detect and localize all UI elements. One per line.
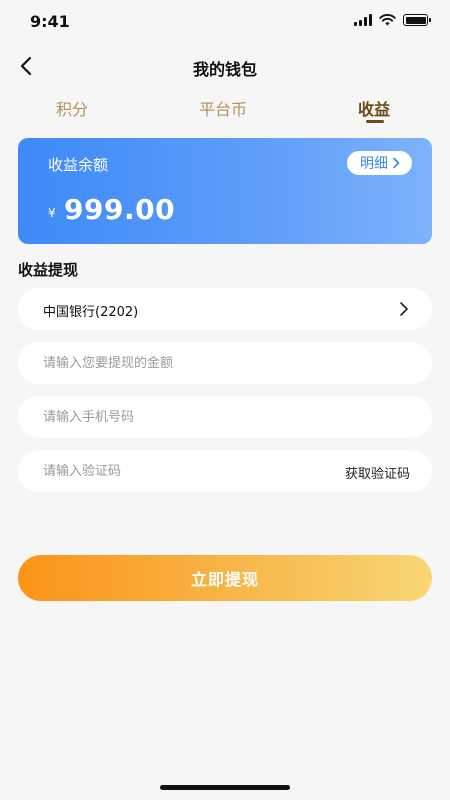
- page-title: 我的钱包: [192, 60, 257, 79]
- withdraw-amount-input[interactable]: [43, 342, 343, 384]
- signal-icon: [354, 14, 372, 26]
- withdraw-submit-button[interactable]: 立即提现: [18, 555, 432, 601]
- bank-account-selector[interactable]: 中国银行(2202): [18, 288, 432, 330]
- balance-amount: 999.00: [64, 193, 176, 226]
- balance-label: 收益余额: [48, 156, 109, 174]
- detail-button[interactable]: 明细: [347, 151, 412, 175]
- tab-active-indicator: [366, 120, 384, 123]
- verification-code-input[interactable]: [43, 450, 303, 492]
- nav-bar: 我的钱包: [0, 44, 450, 88]
- battery-icon: [403, 14, 431, 26]
- tab-platform-coins[interactable]: 平台币: [199, 96, 247, 120]
- bank-account-name: 中国银行(2202): [43, 305, 139, 320]
- balance-card: 收益余额 明细 ¥ 999.00: [18, 138, 432, 244]
- status-bar: 9:41: [0, 0, 450, 44]
- tab-points[interactable]: 积分: [56, 96, 88, 120]
- phone-row: [18, 396, 432, 438]
- wallet-tabs: 积分 平台币 收益: [0, 92, 450, 128]
- detail-label: 明细: [360, 156, 388, 172]
- phone-input[interactable]: [43, 396, 343, 438]
- home-indicator: [160, 785, 290, 790]
- tab-earnings[interactable]: 收益: [358, 96, 390, 120]
- withdraw-amount-row: [18, 342, 432, 384]
- status-time: 9:41: [30, 12, 70, 31]
- currency-symbol: ¥: [48, 206, 56, 220]
- withdraw-section-title: 收益提现: [18, 261, 79, 279]
- status-icons: [354, 14, 431, 26]
- chevron-right-icon: [393, 157, 400, 169]
- get-code-button[interactable]: 获取验证码: [345, 463, 410, 482]
- wifi-icon: [379, 14, 396, 26]
- verification-code-row: 获取验证码: [18, 450, 432, 492]
- chevron-right-icon: [400, 302, 408, 316]
